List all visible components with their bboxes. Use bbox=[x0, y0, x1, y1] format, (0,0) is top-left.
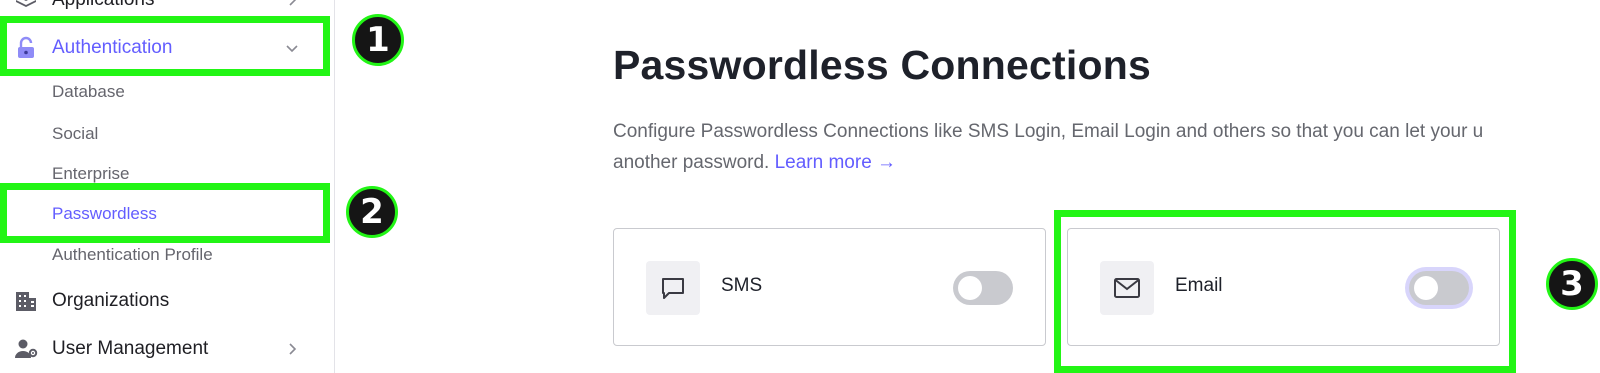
user-gear-icon bbox=[15, 339, 38, 358]
chevron-right-icon bbox=[289, 343, 297, 355]
connection-name: Email bbox=[1175, 275, 1223, 296]
sidebar-item-label: User Management bbox=[52, 338, 209, 359]
description-text: Configure Passwordless Connections like … bbox=[613, 121, 1484, 142]
annotation-badge-3: 3 bbox=[1546, 258, 1598, 310]
sidebar-subitem-database[interactable]: Database bbox=[52, 80, 125, 104]
toggle-knob bbox=[958, 276, 982, 300]
chat-bubble-icon bbox=[662, 278, 684, 299]
sidebar-item-label: Applications bbox=[52, 0, 154, 11]
connection-icon-box bbox=[1100, 261, 1154, 315]
layers-icon bbox=[16, 0, 36, 7]
sidebar-item-user-management[interactable]: User Management bbox=[0, 329, 334, 369]
chevron-down-icon bbox=[286, 45, 298, 53]
sidebar-subitem-enterprise[interactable]: Enterprise bbox=[52, 162, 129, 186]
annotation-badge-2: 2 bbox=[346, 186, 398, 238]
connection-name: SMS bbox=[721, 275, 763, 296]
sidebar-item-authentication[interactable]: Authentication bbox=[0, 28, 334, 68]
page-description: Configure Passwordless Connections like … bbox=[613, 116, 1533, 178]
sidebar-subitem-passwordless[interactable]: Passwordless bbox=[52, 202, 157, 226]
connection-card-sms[interactable]: SMS bbox=[613, 228, 1046, 346]
annotation-badge-1: 1 bbox=[352, 14, 404, 66]
toggle-knob bbox=[1414, 276, 1438, 300]
sidebar-item-label: Authentication bbox=[52, 37, 173, 58]
lock-open-icon bbox=[18, 36, 34, 58]
learn-more-link[interactable]: Learn more → bbox=[775, 152, 896, 173]
sidebar-item-label: Organizations bbox=[52, 290, 170, 311]
sms-toggle[interactable] bbox=[953, 271, 1013, 305]
building-icon bbox=[16, 292, 36, 311]
sidebar-item-organizations[interactable]: Organizations bbox=[0, 281, 334, 321]
sidebar-subitem-authentication-profile[interactable]: Authentication Profile bbox=[52, 243, 213, 267]
page-title: Passwordless Connections bbox=[613, 42, 1151, 88]
sidebar: Applications Authentication Database Soc… bbox=[0, 0, 335, 373]
description-text-line2: another password. Learn more → bbox=[613, 147, 1533, 178]
chevron-right-icon bbox=[289, 0, 297, 6]
connection-icon-box bbox=[646, 261, 700, 315]
connection-card-email[interactable]: Email bbox=[1067, 228, 1500, 346]
sidebar-item-applications[interactable]: Applications bbox=[0, 0, 334, 20]
email-toggle[interactable] bbox=[1409, 271, 1469, 305]
envelope-icon bbox=[1114, 278, 1140, 298]
description-text: another password. bbox=[613, 152, 770, 173]
sidebar-subitem-social[interactable]: Social bbox=[52, 122, 98, 146]
